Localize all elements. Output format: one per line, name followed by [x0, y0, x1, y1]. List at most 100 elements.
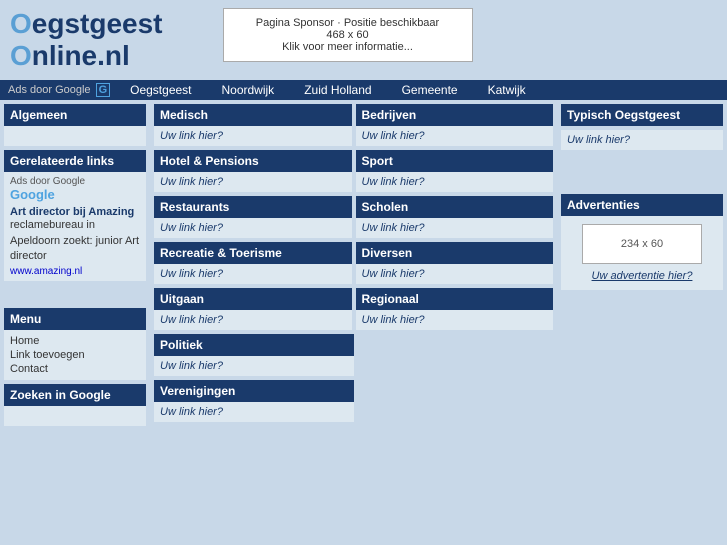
- scholen-title: Scholen: [356, 196, 554, 218]
- bedrijven-link[interactable]: Uw link hier?: [362, 130, 425, 142]
- restaurants-title: Restaurants: [154, 196, 352, 218]
- hotel-link[interactable]: Uw link hier?: [160, 176, 223, 188]
- site-title: Oegstgeest Online.nl: [10, 8, 163, 72]
- content: Medisch Uw link hier? Bedrijven Uw link …: [150, 100, 557, 430]
- scholen-block: Scholen Uw link hier?: [356, 196, 554, 238]
- recreatie-link[interactable]: Uw link hier?: [160, 268, 223, 280]
- recreatie-block: Recreatie & Toerisme Uw link hier?: [154, 242, 352, 284]
- zoeken-content: [4, 406, 146, 426]
- typisch-body: Uw link hier?: [561, 130, 723, 150]
- algemeen-block: Algemeen: [4, 104, 146, 146]
- sport-block: Sport Uw link hier?: [356, 150, 554, 192]
- medisch-link[interactable]: Uw link hier?: [160, 130, 223, 142]
- ad-text: reclamebureau in Apeldoorn zoekt: junior…: [10, 218, 140, 264]
- regionaal-block: Regionaal Uw link hier?: [356, 288, 554, 330]
- bedrijven-title: Bedrijven: [356, 104, 554, 126]
- medisch-block: Medisch Uw link hier?: [154, 104, 352, 146]
- menu-home[interactable]: Home: [10, 334, 140, 348]
- menu-block: Menu Home Link toevoegen Contact: [4, 308, 146, 380]
- sponsor-line1: Pagina Sponsor · Positie beschikbaar: [244, 17, 452, 29]
- row2: Hotel & Pensions Uw link hier? Sport Uw …: [154, 150, 553, 192]
- uitgaan-link[interactable]: Uw link hier?: [160, 314, 223, 326]
- advertenties-body: 234 x 60 Uw advertentie hier?: [561, 216, 723, 290]
- menu-content: Home Link toevoegen Contact: [4, 330, 146, 380]
- title-o1: O: [10, 8, 32, 39]
- right-gap: [561, 166, 723, 194]
- menu-link-toevoegen[interactable]: Link toevoegen: [10, 348, 140, 362]
- ad-here-link[interactable]: Uw advertentie hier?: [592, 270, 693, 282]
- nav-zuidholland[interactable]: Zuid Holland: [304, 83, 371, 97]
- diversen-block: Diversen Uw link hier?: [356, 242, 554, 284]
- restaurants-body: Uw link hier?: [154, 218, 352, 238]
- ad-placeholder: 234 x 60: [582, 224, 702, 264]
- nav-noordwijk[interactable]: Noordwijk: [222, 83, 275, 97]
- medisch-title: Medisch: [154, 104, 352, 126]
- uitgaan-block: Uitgaan Uw link hier?: [154, 288, 352, 330]
- verenigingen-link[interactable]: Uw link hier?: [160, 406, 223, 418]
- scholen-link[interactable]: Uw link hier?: [362, 222, 425, 234]
- typisch-block: Typisch Oegstgeest Uw link hier?: [561, 104, 723, 150]
- row3: Restaurants Uw link hier? Scholen Uw lin…: [154, 196, 553, 238]
- nav-oegstgeest[interactable]: Oegstgeest: [130, 83, 191, 97]
- google-icon: G: [96, 83, 111, 97]
- menu-title: Menu: [4, 308, 146, 330]
- algemeen-title: Algemeen: [4, 104, 146, 126]
- uitgaan-title: Uitgaan: [154, 288, 352, 310]
- row5: Uitgaan Uw link hier? Regionaal Uw link …: [154, 288, 553, 330]
- hotel-block: Hotel & Pensions Uw link hier?: [154, 150, 352, 192]
- regionaal-body: Uw link hier?: [356, 310, 554, 330]
- google-logo: Google: [10, 187, 140, 202]
- ads-label: Ads door Google: [8, 84, 91, 96]
- restaurants-block: Restaurants Uw link hier?: [154, 196, 352, 238]
- title-o2: O: [10, 40, 32, 71]
- recreatie-body: Uw link hier?: [154, 264, 352, 284]
- verenigingen-title: Verenigingen: [154, 380, 354, 402]
- sidebar-spacer: [4, 285, 146, 305]
- advertenties-block: Advertenties 234 x 60 Uw advertentie hie…: [561, 194, 723, 290]
- regionaal-link[interactable]: Uw link hier?: [362, 314, 425, 326]
- gerelateerde-title: Gerelateerde links: [4, 150, 146, 172]
- ad-link[interactable]: Art director bij Amazing: [10, 206, 140, 218]
- zoeken-block: Zoeken in Google: [4, 384, 146, 426]
- diversen-link[interactable]: Uw link hier?: [362, 268, 425, 280]
- regionaal-title: Regionaal: [356, 288, 554, 310]
- bedrijven-block: Bedrijven Uw link hier?: [356, 104, 554, 146]
- menu-contact[interactable]: Contact: [10, 362, 140, 376]
- restaurants-link[interactable]: Uw link hier?: [160, 222, 223, 234]
- navbar: Ads door Google G Oegstgeest Noordwijk Z…: [0, 80, 727, 100]
- header: Oegstgeest Online.nl Pagina Sponsor · Po…: [0, 0, 727, 80]
- sport-link[interactable]: Uw link hier?: [362, 176, 425, 188]
- row6: Politiek Uw link hier?: [154, 334, 553, 376]
- scholen-body: Uw link hier?: [356, 218, 554, 238]
- gerelateerde-block: Gerelateerde links Ads door Google Googl…: [4, 150, 146, 280]
- politiek-title: Politiek: [154, 334, 354, 356]
- uitgaan-body: Uw link hier?: [154, 310, 352, 330]
- row7: Verenigingen Uw link hier?: [154, 380, 553, 422]
- row4: Recreatie & Toerisme Uw link hier? Diver…: [154, 242, 553, 284]
- recreatie-title: Recreatie & Toerisme: [154, 242, 352, 264]
- sponsor-box[interactable]: Pagina Sponsor · Positie beschikbaar 468…: [223, 8, 473, 62]
- ad-small-link[interactable]: www.amazing.nl: [10, 266, 82, 277]
- nav-gemeente[interactable]: Gemeente: [402, 83, 458, 97]
- typisch-link[interactable]: Uw link hier?: [567, 134, 630, 146]
- zoeken-title: Zoeken in Google: [4, 384, 146, 406]
- verenigingen-block: Verenigingen Uw link hier?: [154, 380, 354, 422]
- sidebar-ads: Ads door Google Google Art director bij …: [4, 172, 146, 280]
- politiek-body: Uw link hier?: [154, 356, 354, 376]
- verenigingen-body: Uw link hier?: [154, 402, 354, 422]
- nav-katwijk[interactable]: Katwijk: [488, 83, 526, 97]
- sidebar: Algemeen Gerelateerde links Ads door Goo…: [0, 100, 150, 430]
- sponsor-line2: 468 x 60: [244, 29, 452, 41]
- diversen-body: Uw link hier?: [356, 264, 554, 284]
- ads-door-google-label: Ads door Google: [10, 176, 140, 187]
- advertenties-title: Advertenties: [561, 194, 723, 216]
- ads-google-nav: Ads door Google G: [8, 83, 110, 97]
- main-layout: Algemeen Gerelateerde links Ads door Goo…: [0, 100, 727, 430]
- politiek-link[interactable]: Uw link hier?: [160, 360, 223, 372]
- sport-body: Uw link hier?: [356, 172, 554, 192]
- diversen-title: Diversen: [356, 242, 554, 264]
- row1: Medisch Uw link hier? Bedrijven Uw link …: [154, 104, 553, 146]
- sponsor-line3: Klik voor meer informatie...: [244, 41, 452, 53]
- typisch-title: Typisch Oegstgeest: [561, 104, 723, 126]
- bedrijven-body: Uw link hier?: [356, 126, 554, 146]
